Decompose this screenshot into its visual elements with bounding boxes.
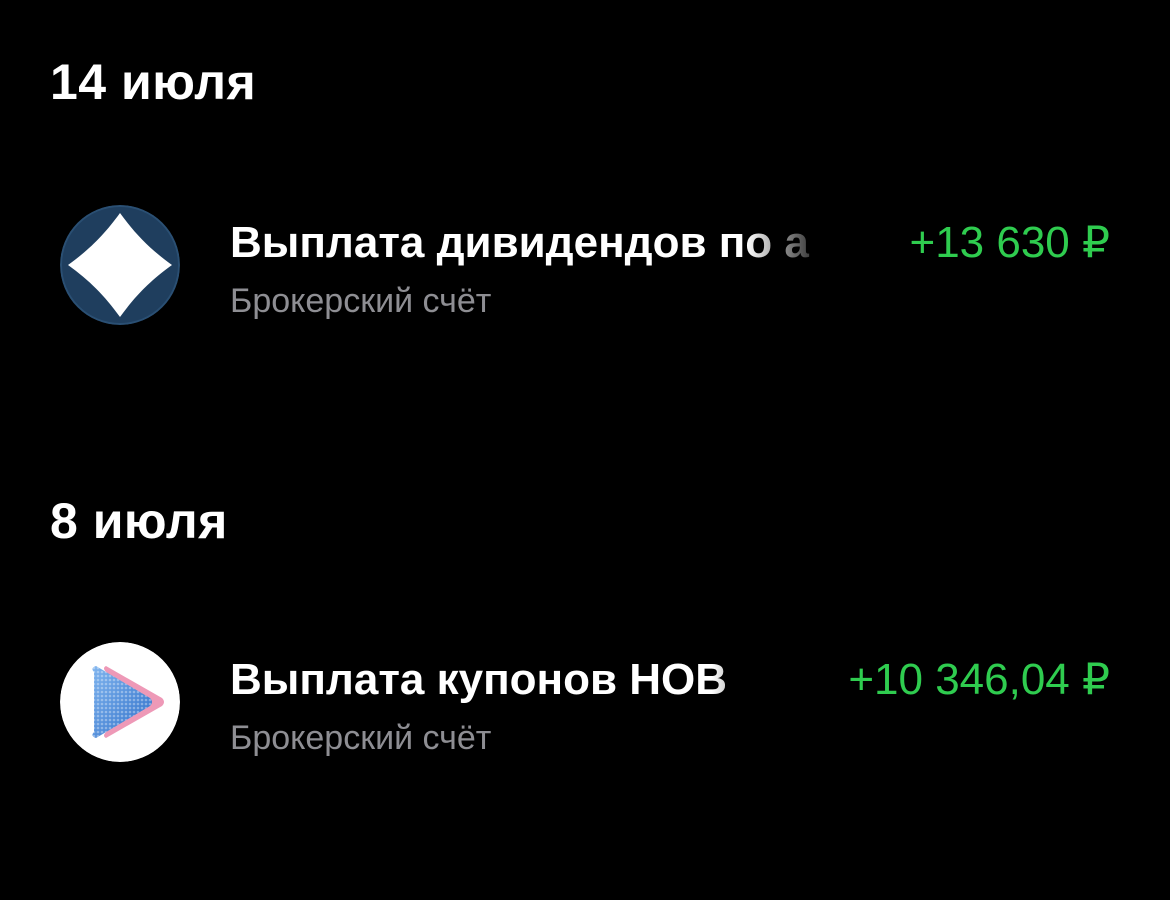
operation-amount: +10 346,04 ₽	[848, 655, 1110, 704]
operation-title: Выплата купонов НОВ	[230, 655, 728, 704]
operation-title: Выплата дивидендов по а	[230, 218, 809, 267]
play-logo-icon	[60, 642, 180, 762]
operation-row[interactable]: Выплата купонов НОВ Брокерский счёт +10 …	[0, 632, 1170, 772]
operation-account: Брокерский счёт	[230, 719, 492, 757]
operation-amount: +13 630 ₽	[909, 218, 1111, 267]
date-header: 14 июля	[50, 54, 257, 110]
operation-account: Брокерский счёт	[230, 282, 492, 320]
operation-row[interactable]: Выплата дивидендов по а Брокерский счёт …	[0, 195, 1170, 335]
diamond-logo-icon	[60, 205, 180, 325]
date-header: 8 июля	[50, 493, 228, 549]
